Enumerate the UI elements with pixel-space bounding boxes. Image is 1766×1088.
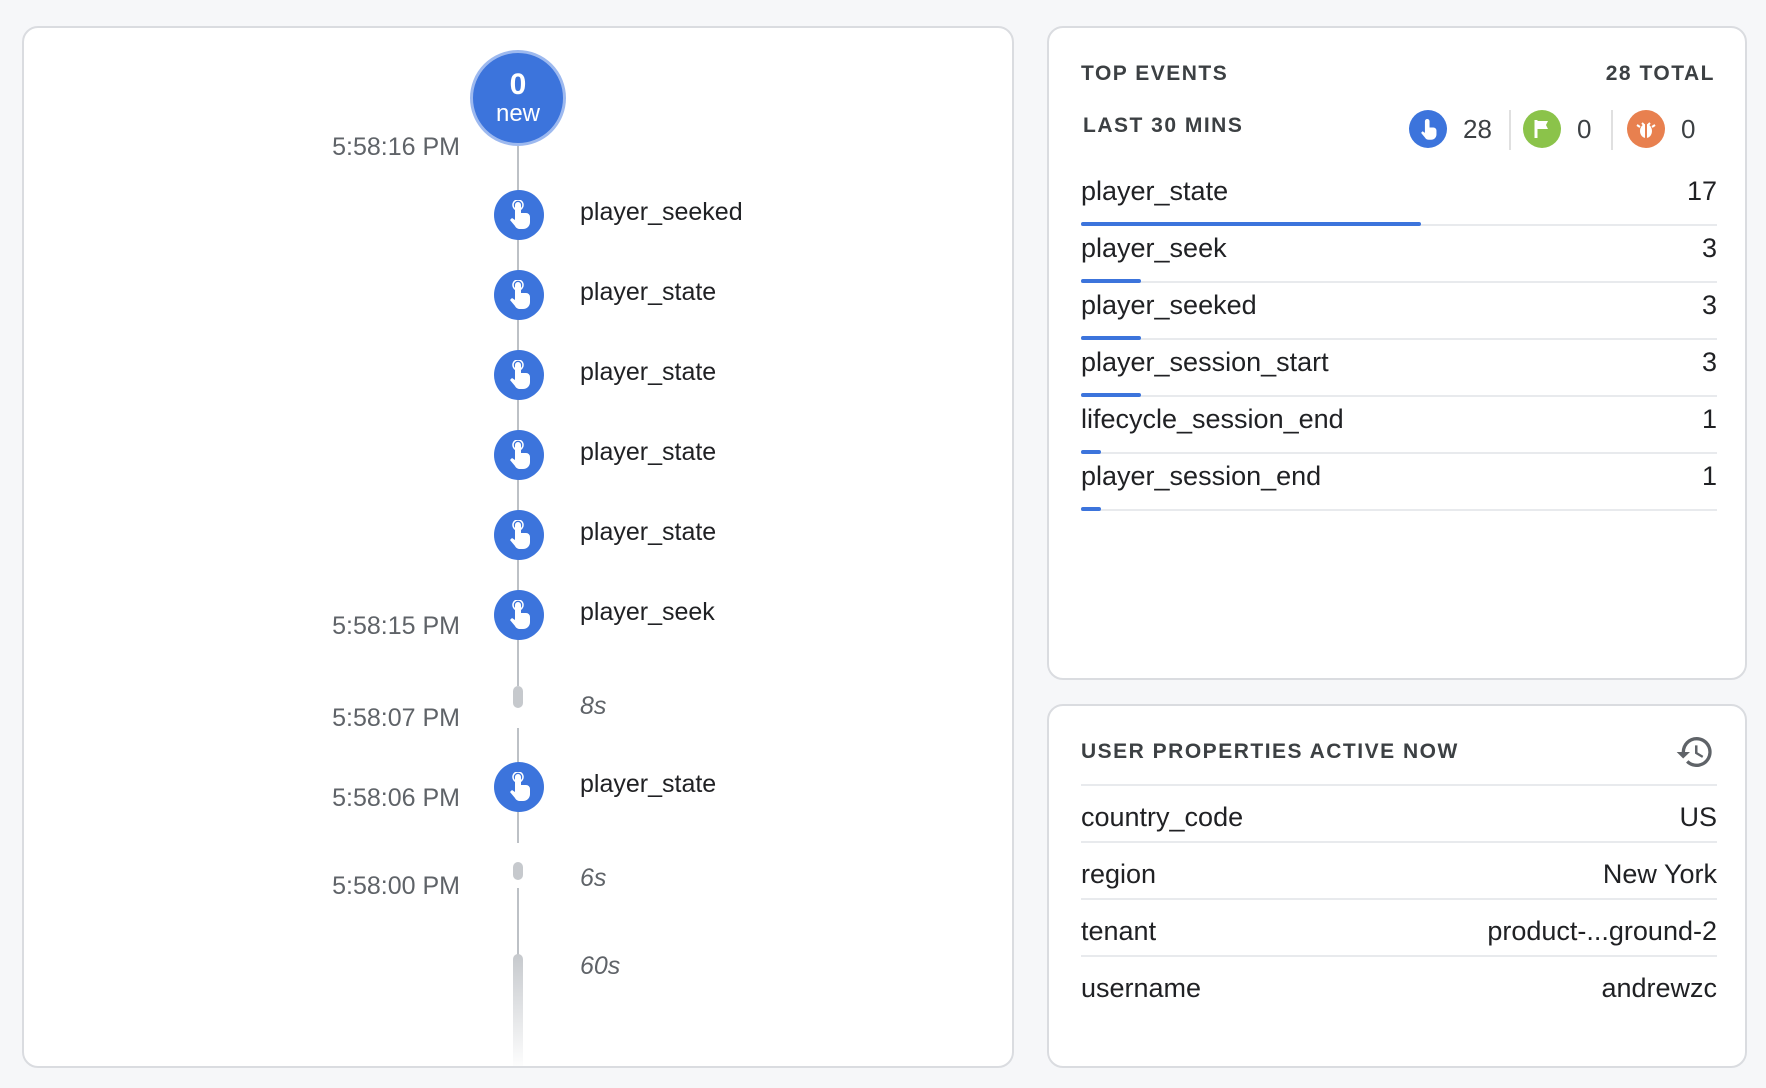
new-events-button[interactable]: 0 new xyxy=(470,50,566,146)
time-gap-marker xyxy=(513,686,523,708)
time-gap-label: 8s xyxy=(580,692,607,720)
top-event-count: 3 xyxy=(1701,290,1717,320)
user-properties-panel: USER PROPERTIES ACTIVE NOW country_code U… xyxy=(1047,704,1747,1068)
top-events-total: 28 TOTAL xyxy=(1605,62,1715,85)
user-property-value: New York xyxy=(1602,859,1717,889)
top-event-name: player_session_end xyxy=(1081,461,1322,491)
top-event-count: 17 xyxy=(1686,176,1717,206)
user-property-key: tenant xyxy=(1081,916,1157,946)
top-event-row[interactable]: player_session_end 1 xyxy=(1081,447,1717,511)
user-property-value: andrewzc xyxy=(1601,973,1717,1003)
time-gap-marker xyxy=(513,862,523,880)
top-event-row[interactable]: player_state 17 xyxy=(1081,162,1717,226)
bug-events-count[interactable]: 0 xyxy=(1627,110,1695,148)
touch-icon xyxy=(1409,110,1447,148)
time-gap-label: 6s xyxy=(580,864,607,892)
touch-icon[interactable] xyxy=(494,590,544,640)
touch-icon[interactable] xyxy=(494,350,544,400)
user-property-row: username andrewzc xyxy=(1081,955,1717,1019)
timeline-event-name[interactable]: player_state xyxy=(580,438,716,467)
time-range-label: LAST 30 MINS xyxy=(1083,114,1244,137)
flag-events-count[interactable]: 0 xyxy=(1523,110,1591,148)
timestamp: 5:58:15 PM xyxy=(332,612,460,640)
timeline-event-name[interactable]: player_state xyxy=(580,278,716,307)
history-icon[interactable] xyxy=(1675,732,1715,772)
timestamp: 5:58:07 PM xyxy=(332,704,460,732)
stat-value: 0 xyxy=(1577,113,1592,144)
timeline-event-name[interactable]: player_seeked xyxy=(580,198,743,227)
top-event-name: player_seek xyxy=(1081,233,1227,263)
divider xyxy=(1509,110,1511,150)
top-event-count: 3 xyxy=(1701,233,1717,263)
stat-value: 0 xyxy=(1681,113,1696,144)
user-property-value: US xyxy=(1679,802,1717,832)
touch-icon[interactable] xyxy=(494,190,544,240)
touch-icon[interactable] xyxy=(494,510,544,560)
top-event-share-bar xyxy=(1081,507,1101,511)
top-event-row[interactable]: player_seek 3 xyxy=(1081,219,1717,283)
timeline-event-name[interactable]: player_state xyxy=(580,770,716,799)
top-event-row[interactable]: lifecycle_session_end 1 xyxy=(1081,390,1717,454)
stat-value: 28 xyxy=(1463,113,1492,144)
user-property-key: region xyxy=(1081,859,1157,889)
touch-icon[interactable] xyxy=(494,270,544,320)
top-event-row[interactable]: player_session_start 3 xyxy=(1081,333,1717,397)
user-property-key: username xyxy=(1081,973,1202,1003)
time-gap-marker xyxy=(513,954,523,1066)
top-event-count: 3 xyxy=(1701,347,1717,377)
new-events-label: new xyxy=(495,100,541,127)
timeline-event-name[interactable]: player_seek xyxy=(580,598,715,627)
touch-icon[interactable] xyxy=(494,762,544,812)
event-timeline-panel: 0 new 5:58:16 PM 5:58:15 PM 5:58:07 PM 5… xyxy=(22,26,1014,1068)
top-event-name: player_seeked xyxy=(1081,290,1257,320)
bug-icon xyxy=(1627,110,1665,148)
timeline-event-name[interactable]: player_state xyxy=(580,358,716,387)
flag-icon xyxy=(1523,110,1561,148)
top-events-panel: TOP EVENTS 28 TOTAL LAST 30 MINS 28 0 0 … xyxy=(1047,26,1747,680)
user-property-key: country_code xyxy=(1081,802,1244,832)
top-event-count: 1 xyxy=(1701,461,1717,491)
timestamp: 5:58:16 PM xyxy=(332,133,460,161)
divider xyxy=(1611,110,1613,150)
new-events-count: 0 xyxy=(509,68,527,101)
timestamp: 5:58:06 PM xyxy=(332,784,460,812)
top-event-row[interactable]: player_seeked 3 xyxy=(1081,276,1717,340)
time-gap-label: 60s xyxy=(580,952,621,980)
top-events-title: TOP EVENTS xyxy=(1081,62,1229,85)
user-property-row: country_code US xyxy=(1081,784,1717,848)
top-event-name: lifecycle_session_end xyxy=(1081,404,1344,434)
user-property-value: product-...ground-2 xyxy=(1487,916,1717,946)
user-property-row: tenant product-...ground-2 xyxy=(1081,898,1717,962)
user-properties-title: USER PROPERTIES ACTIVE NOW xyxy=(1081,740,1459,763)
touch-events-count[interactable]: 28 xyxy=(1409,110,1492,148)
top-event-name: player_state xyxy=(1081,176,1229,206)
user-property-row: region New York xyxy=(1081,841,1717,905)
timeline-event-name[interactable]: player_state xyxy=(580,518,716,547)
touch-icon[interactable] xyxy=(494,430,544,480)
top-event-name: player_session_start xyxy=(1081,347,1329,377)
top-event-count: 1 xyxy=(1701,404,1717,434)
timestamp: 5:58:00 PM xyxy=(332,872,460,900)
